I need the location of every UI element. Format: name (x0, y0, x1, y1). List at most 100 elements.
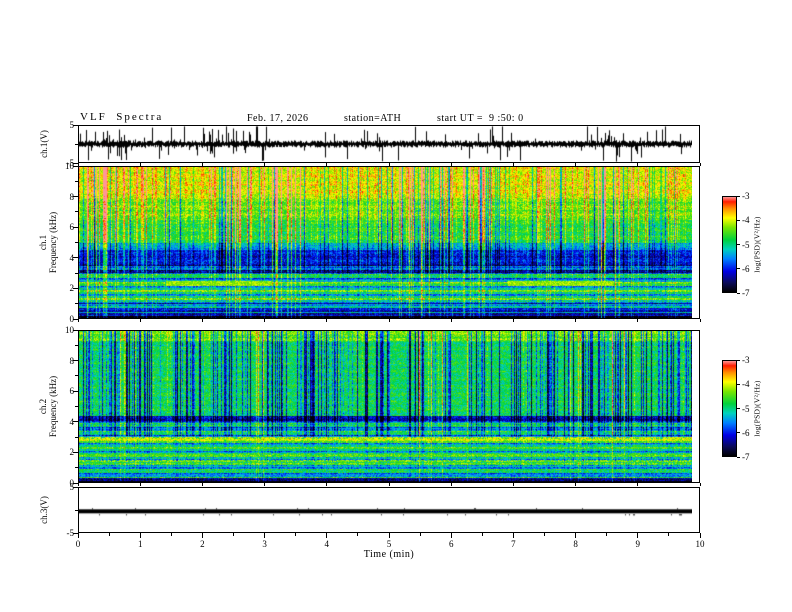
cb2-tick (737, 359, 740, 361)
x-tick (326, 533, 328, 538)
x-tick-panel (201, 319, 203, 322)
x-tick-panel (388, 163, 390, 166)
x-tick-panel (326, 319, 328, 322)
cb2-tick (737, 456, 740, 458)
cb2-tick-label: -5 (742, 403, 750, 414)
ch1-spec-ytick-minor (75, 272, 78, 274)
x-tick-panel (575, 319, 577, 322)
x-tick-minor (357, 533, 359, 536)
x-tick-panel (637, 319, 639, 322)
ch2-spec-ytick-label: 6 (69, 386, 75, 397)
x-tick-panel (139, 163, 141, 166)
x-tick-minor (419, 533, 421, 536)
x-tick (699, 533, 701, 538)
cb2-tick (737, 408, 740, 409)
ch1-spec-ytick-label: 10 (65, 161, 74, 171)
x-tick-panel (139, 319, 141, 322)
plot-date: Feb. 17, 2026 (247, 113, 309, 124)
x-tick-panel (512, 319, 514, 322)
ch1-wave-ytick-label: 5 (69, 120, 75, 130)
ch1-waveform-plot (79, 126, 692, 162)
ch1-spec-ytick-label: 2 (69, 283, 75, 294)
x-tick-minor (170, 533, 172, 536)
x-tick-panel (201, 163, 203, 166)
x-tick-panel (326, 483, 328, 486)
cb1-tick (737, 292, 740, 294)
cb1-tick-label: -6 (742, 263, 750, 274)
x-tick-label: 0 (75, 539, 81, 549)
x-tick (264, 533, 266, 538)
vlf-spectra-figure: VLF Spectra Feb. 17, 2026 station=ATH st… (0, 0, 792, 612)
x-tick-label: 2 (200, 539, 205, 549)
x-tick-label: 1 (137, 539, 143, 549)
x-tick-panel (326, 163, 328, 166)
ch1-spec-ytick-minor (75, 242, 78, 243)
ch3-wave-ytick-label: 5 (69, 482, 75, 492)
x-tick (201, 533, 203, 538)
x-tick-panel (450, 319, 452, 322)
x-tick-panel (264, 163, 266, 166)
x-tick-panel (575, 483, 577, 486)
ch2-spec-ytick-label: 2 (69, 447, 75, 458)
ch3-waveform-plot (79, 488, 692, 532)
cb1-tick (737, 244, 740, 245)
x-tick-panel (77, 483, 79, 486)
x-tick-panel (512, 483, 514, 486)
ch2-spec-ytick-minor (75, 467, 78, 469)
cb2-tick (737, 432, 740, 434)
x-tick (450, 533, 452, 538)
ch2-spec-ytick-minor (75, 406, 78, 407)
x-tick (77, 533, 79, 538)
plot-title: VLF Spectra (80, 111, 164, 123)
ch2-spec-ytick-label: 4 (69, 416, 75, 427)
x-tick-panel (201, 483, 203, 486)
ch3-wave-ytick-label: -5 (66, 528, 75, 538)
x-tick-label: 5 (386, 539, 392, 549)
x-tick-panel (450, 483, 452, 486)
cb1-tick-label: -7 (742, 288, 750, 298)
x-tick-label: 7 (511, 539, 516, 549)
ch1-spec-ytick-label: 6 (69, 222, 75, 233)
ch1-wave-ytick-minor (75, 143, 78, 145)
x-tick-label: 3 (262, 539, 267, 549)
colorbar-ch2 (722, 360, 737, 457)
x-tick-minor (606, 533, 608, 536)
x-tick (512, 533, 514, 538)
x-tick-panel (77, 319, 79, 322)
x-tick-panel (450, 163, 452, 166)
cb2-tick-label: -6 (742, 427, 750, 438)
ch2-spec-ytick-minor (75, 375, 78, 377)
ch1-waveform-panel (78, 125, 700, 163)
cb1-tick-label: -3 (742, 191, 750, 201)
ch3-waveform-panel (78, 487, 700, 533)
cb1-tick-label: -4 (742, 215, 750, 226)
start-ut-label: start UT = 9 :50: 0 (437, 113, 524, 124)
x-tick-panel (575, 163, 577, 166)
x-tick (575, 533, 577, 538)
x-tick (388, 533, 390, 538)
ch2-spectrogram-panel (78, 330, 700, 483)
ch1-spec-ytick-label: 8 (69, 191, 75, 202)
x-tick-panel (699, 163, 701, 166)
ch1-spec-ytick-label: 0 (69, 314, 75, 324)
x-tick-panel (264, 319, 266, 322)
ch1-spectrogram-plot (79, 167, 692, 318)
x-tick-label: 8 (573, 539, 578, 549)
x-tick-panel (699, 319, 701, 322)
x-tick-panel (699, 483, 701, 486)
x-tick-minor (481, 533, 483, 536)
x-tick-minor (668, 533, 670, 536)
ch1-spec-ytick-minor (75, 303, 78, 305)
x-tick-minor (108, 533, 110, 536)
x-tick-panel (77, 163, 79, 166)
cb1-tick-label: -5 (742, 239, 750, 250)
ch1-spec-ytick-minor (75, 211, 78, 213)
x-tick-panel (388, 319, 390, 322)
colorbar-ch1 (722, 196, 737, 293)
x-tick-label: 6 (448, 539, 454, 549)
x-tick (139, 533, 141, 538)
cb2-tick-label: -7 (742, 452, 750, 462)
x-tick-panel (139, 483, 141, 486)
ch2-spectrogram-plot (79, 331, 692, 482)
ch3-wave-ytick-minor (75, 509, 78, 511)
